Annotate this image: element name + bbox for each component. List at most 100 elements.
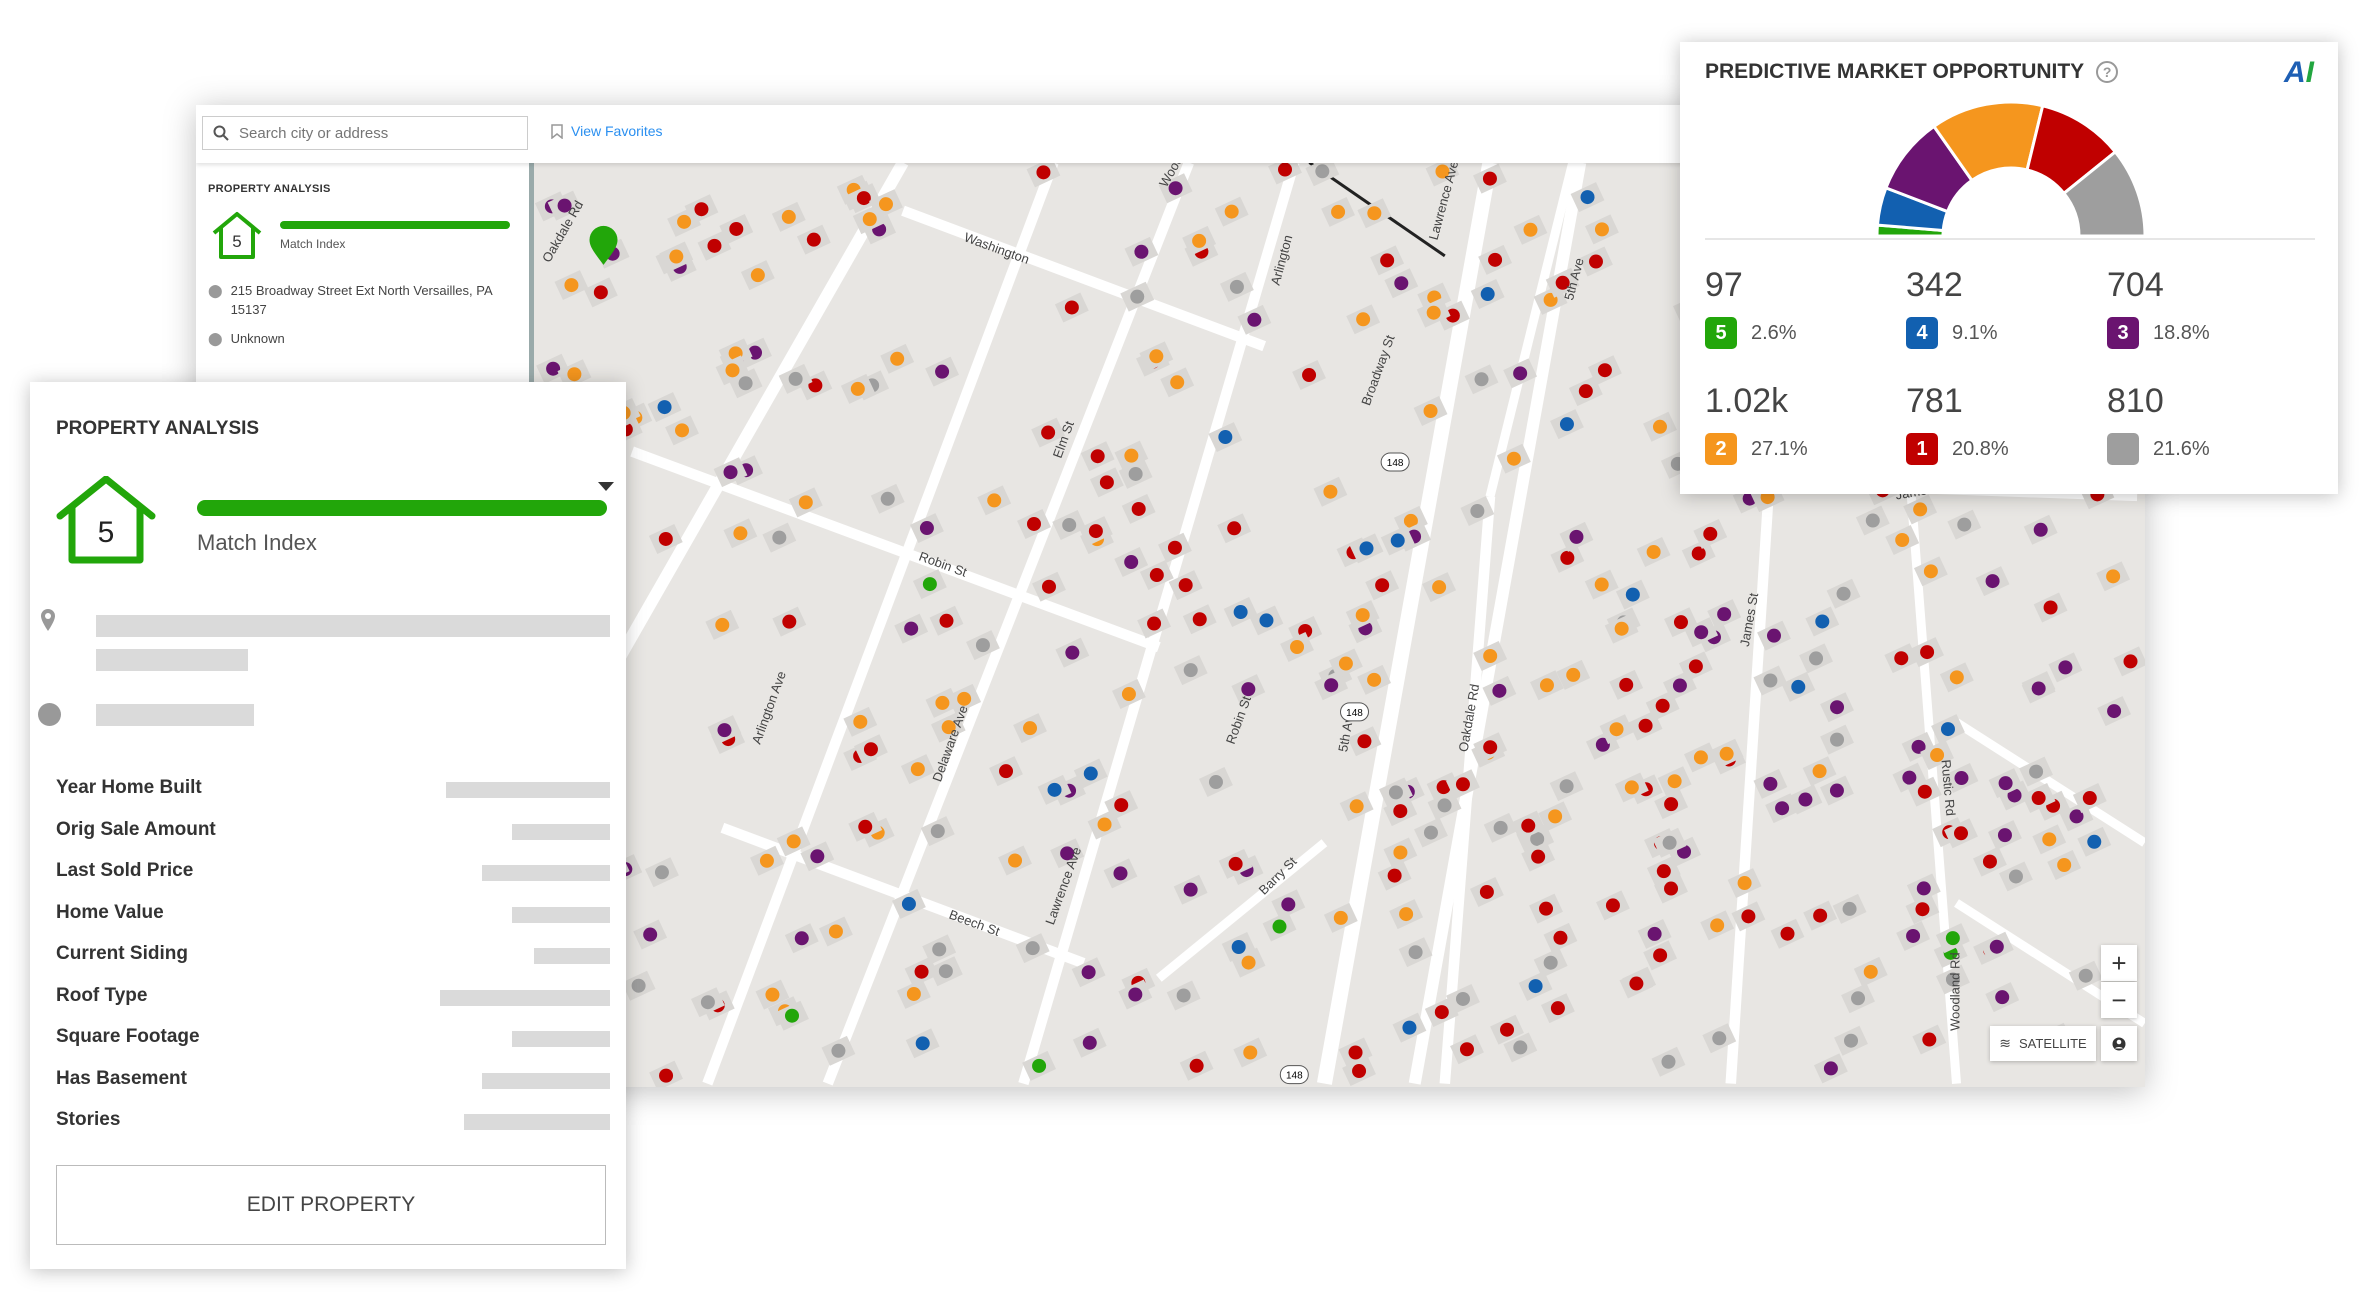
- property-marker[interactable]: [1672, 678, 1687, 693]
- property-marker[interactable]: [1081, 965, 1096, 980]
- property-marker[interactable]: [733, 526, 748, 541]
- property-marker[interactable]: [1479, 884, 1494, 899]
- property-marker[interactable]: [1470, 503, 1485, 518]
- property-marker[interactable]: [1114, 798, 1129, 813]
- property-marker[interactable]: [1619, 677, 1634, 692]
- property-marker[interactable]: [922, 577, 937, 592]
- property-marker[interactable]: [1278, 163, 1293, 177]
- property-marker[interactable]: [999, 764, 1014, 779]
- property-marker[interactable]: [1113, 866, 1128, 881]
- property-marker[interactable]: [1661, 1054, 1676, 1069]
- property-marker[interactable]: [1694, 625, 1709, 640]
- property-marker[interactable]: [786, 834, 801, 849]
- property-marker[interactable]: [772, 530, 787, 545]
- property-marker[interactable]: [1402, 1020, 1417, 1035]
- property-marker[interactable]: [1399, 907, 1414, 922]
- property-marker[interactable]: [1823, 1061, 1838, 1076]
- property-marker[interactable]: [1229, 279, 1244, 294]
- property-marker[interactable]: [806, 232, 821, 247]
- property-marker[interactable]: [828, 924, 843, 939]
- property-marker[interactable]: [1176, 988, 1191, 1003]
- property-marker[interactable]: [1241, 955, 1256, 970]
- property-marker[interactable]: [2043, 600, 2058, 615]
- property-marker[interactable]: [1895, 533, 1910, 548]
- property-marker[interactable]: [1131, 501, 1146, 516]
- edit-property-button[interactable]: EDIT PROPERTY: [56, 1165, 606, 1245]
- property-marker[interactable]: [938, 964, 953, 979]
- property-marker[interactable]: [1673, 615, 1688, 630]
- property-marker[interactable]: [1737, 876, 1752, 891]
- property-marker[interactable]: [723, 465, 738, 480]
- property-marker[interactable]: [1594, 577, 1609, 592]
- property-marker[interactable]: [1390, 533, 1405, 548]
- property-marker[interactable]: [1064, 300, 1079, 315]
- property-marker[interactable]: [1717, 607, 1732, 622]
- property-marker[interactable]: [1998, 776, 2013, 791]
- property-marker[interactable]: [1459, 1042, 1474, 1057]
- street-view-button[interactable]: [2101, 1026, 2137, 1061]
- property-marker[interactable]: [1916, 881, 1931, 896]
- property-marker[interactable]: [935, 364, 950, 379]
- property-marker[interactable]: [1625, 587, 1640, 602]
- property-marker[interactable]: [1940, 722, 1955, 737]
- property-marker[interactable]: [1099, 475, 1114, 490]
- property-marker[interactable]: [788, 371, 803, 386]
- property-marker[interactable]: [1560, 550, 1575, 565]
- property-marker[interactable]: [1423, 404, 1438, 419]
- property-marker[interactable]: [957, 691, 972, 706]
- property-marker[interactable]: [1851, 991, 1866, 1006]
- property-marker[interactable]: [1233, 605, 1248, 620]
- property-marker[interactable]: [987, 493, 1002, 508]
- property-marker[interactable]: [1388, 785, 1403, 800]
- property-marker[interactable]: [654, 865, 669, 880]
- property-marker[interactable]: [1528, 979, 1543, 994]
- property-marker[interactable]: [1647, 926, 1662, 941]
- property-marker[interactable]: [2042, 832, 2057, 847]
- property-marker[interactable]: [750, 268, 765, 283]
- property-marker[interactable]: [2057, 858, 2072, 873]
- search-box[interactable]: [202, 116, 528, 150]
- property-marker[interactable]: [1367, 672, 1382, 687]
- property-marker[interactable]: [1902, 770, 1917, 785]
- property-marker[interactable]: [1227, 521, 1242, 536]
- property-marker[interactable]: [1691, 546, 1706, 561]
- property-marker[interactable]: [725, 363, 740, 378]
- dropdown-caret-icon[interactable]: [598, 482, 614, 491]
- property-marker[interactable]: [1989, 939, 2004, 954]
- property-marker[interactable]: [1393, 845, 1408, 860]
- property-marker[interactable]: [1483, 740, 1498, 755]
- property-marker[interactable]: [1082, 1035, 1097, 1050]
- property-marker[interactable]: [1041, 425, 1056, 440]
- property-marker[interactable]: [1352, 1064, 1367, 1079]
- property-marker[interactable]: [1578, 384, 1593, 399]
- property-marker[interactable]: [2078, 968, 2093, 983]
- property-marker[interactable]: [1134, 244, 1149, 259]
- property-marker[interactable]: [1830, 732, 1845, 747]
- property-marker[interactable]: [677, 214, 692, 229]
- property-marker[interactable]: [1809, 651, 1824, 666]
- property-marker[interactable]: [1842, 901, 1857, 916]
- search-input[interactable]: [239, 124, 509, 142]
- property-marker[interactable]: [1997, 828, 2012, 843]
- property-marker[interactable]: [1393, 804, 1408, 819]
- property-marker[interactable]: [1032, 1058, 1047, 1073]
- property-marker[interactable]: [1178, 578, 1193, 593]
- property-marker[interactable]: [1588, 254, 1603, 269]
- property-marker[interactable]: [863, 742, 878, 757]
- property-marker[interactable]: [930, 824, 945, 839]
- property-marker[interactable]: [781, 209, 796, 224]
- property-marker[interactable]: [904, 621, 919, 636]
- property-marker[interactable]: [1455, 777, 1470, 792]
- property-marker[interactable]: [1281, 897, 1296, 912]
- property-marker[interactable]: [1513, 1040, 1528, 1055]
- property-marker[interactable]: [1124, 555, 1139, 570]
- property-marker[interactable]: [1208, 775, 1223, 790]
- property-marker[interactable]: [1539, 678, 1554, 693]
- property-marker[interactable]: [1605, 898, 1620, 913]
- property-marker[interactable]: [1712, 1031, 1727, 1046]
- property-marker[interactable]: [2008, 869, 2023, 884]
- property-marker[interactable]: [1348, 1045, 1363, 1060]
- property-marker[interactable]: [1531, 849, 1546, 864]
- property-marker[interactable]: [2031, 791, 2046, 806]
- property-marker[interactable]: [1355, 608, 1370, 623]
